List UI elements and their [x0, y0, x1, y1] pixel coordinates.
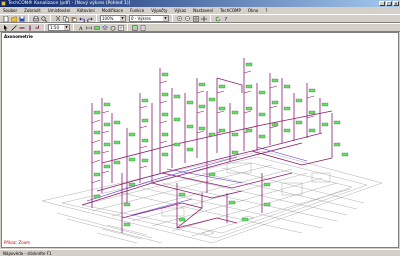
svg-text:?: ?: [224, 17, 227, 22]
menu-soubor[interactable]: Soubor: [3, 8, 17, 13]
toolbar-separator: [96, 15, 97, 22]
fitting-tool-button[interactable]: [34, 24, 41, 31]
line-tool-button[interactable]: [10, 24, 17, 31]
zoom-out-button[interactable]: [184, 15, 191, 22]
axonometric-drawing[interactable]: [2, 33, 399, 248]
window-title: TechCON® Kanalizace (pdf) - [Nový výkres…: [8, 1, 131, 6]
menu-kotovani[interactable]: Kótování: [77, 8, 94, 13]
menu-okno[interactable]: Okno: [248, 8, 258, 13]
chevron-down-icon: ▼: [163, 16, 168, 21]
calculate-button[interactable]: [131, 24, 138, 31]
riser-tool-button[interactable]: [26, 24, 33, 31]
text-tool-button[interactable]: A: [77, 24, 84, 31]
menu-vypocty[interactable]: Výpočty: [151, 8, 167, 13]
scale-value: 1:50: [50, 25, 59, 30]
scale-select[interactable]: 1:50 ▼: [48, 24, 70, 31]
toolbar-separator: [50, 15, 51, 22]
drawing-viewport[interactable]: Axonometrie Příkaz: Zoom: [1, 32, 399, 248]
toolbar-separator: [210, 15, 211, 22]
view-3d-button[interactable]: [109, 24, 116, 31]
paste-button[interactable]: [70, 15, 77, 22]
menu-vykaz[interactable]: Výkaz: [174, 8, 186, 13]
menu-nastaveni[interactable]: Nastavení: [193, 8, 213, 13]
toolbar-separator: [127, 24, 128, 31]
print-preview-button[interactable]: [40, 15, 47, 22]
toolbar-standard: 100% ▼ 0 - Výkres ▼ ?: [0, 14, 400, 23]
select-tool-button[interactable]: [2, 24, 9, 31]
layer-select[interactable]: 0 - Výkres ▼: [129, 15, 169, 22]
menu-help[interactable]: ?: [265, 8, 267, 13]
chevron-down-icon: ▼: [64, 25, 69, 30]
menu-bar: Soubor Zobrazit Umisťování Kótování Modi…: [0, 7, 400, 14]
status-text: Nápověda - stiskněte F1: [3, 250, 52, 256]
print-button[interactable]: [32, 15, 39, 22]
floor-plan: [41, 150, 383, 244]
zoom-all-button[interactable]: [192, 15, 199, 22]
toolbar-separator: [73, 24, 74, 31]
menu-modifikace[interactable]: Modifikace: [102, 8, 123, 13]
chevron-down-icon: ▼: [120, 16, 125, 21]
properties-button[interactable]: [117, 24, 124, 31]
cut-button[interactable]: [54, 15, 61, 22]
app-icon[interactable]: [1, 1, 6, 6]
toolbar-separator: [172, 15, 173, 22]
redraw-button[interactable]: [214, 15, 221, 22]
zoom-in-button[interactable]: [176, 15, 183, 22]
new-file-button[interactable]: [2, 15, 9, 22]
menu-umistovani[interactable]: Umisťování: [48, 8, 71, 13]
layer-value: 0 - Výkres: [131, 16, 151, 21]
dimension-tool-button[interactable]: [85, 24, 92, 31]
toolbar-drawing: 1:50 ▼ A: [0, 23, 400, 32]
menu-funkce[interactable]: Funkce: [130, 8, 144, 13]
maximize-button[interactable]: □: [386, 1, 392, 6]
menu-zobrazit[interactable]: Zobrazit: [24, 8, 41, 13]
pipe-labels: [93, 62, 349, 227]
undo-button[interactable]: [78, 15, 85, 22]
minimize-button[interactable]: _: [379, 1, 385, 6]
zoom-select[interactable]: 100% ▼: [100, 15, 126, 22]
pan-button[interactable]: [200, 15, 207, 22]
zoom-value: 100%: [102, 16, 114, 21]
layers-button[interactable]: [101, 24, 108, 31]
title-bar: TechCON® Kanalizace (pdf) - [Nový výkres…: [0, 0, 400, 7]
toolbar-separator: [28, 15, 29, 22]
report-button[interactable]: [139, 24, 146, 31]
close-button[interactable]: ×: [393, 1, 399, 6]
label-tool-button[interactable]: [93, 24, 100, 31]
pipe-tool-button[interactable]: [18, 24, 25, 31]
save-button[interactable]: [18, 15, 25, 22]
status-bar: Nápověda - stiskněte F1: [0, 249, 400, 256]
copy-button[interactable]: [62, 15, 69, 22]
command-prompt: Příkaz: Zoom: [4, 240, 31, 245]
help-button[interactable]: ?: [222, 15, 229, 22]
svg-text:A: A: [78, 26, 83, 31]
toolbar-separator: [44, 24, 45, 31]
open-file-button[interactable]: [10, 15, 17, 22]
redo-button[interactable]: [86, 15, 93, 22]
menu-techcomp[interactable]: TechCOMP: [220, 8, 241, 13]
